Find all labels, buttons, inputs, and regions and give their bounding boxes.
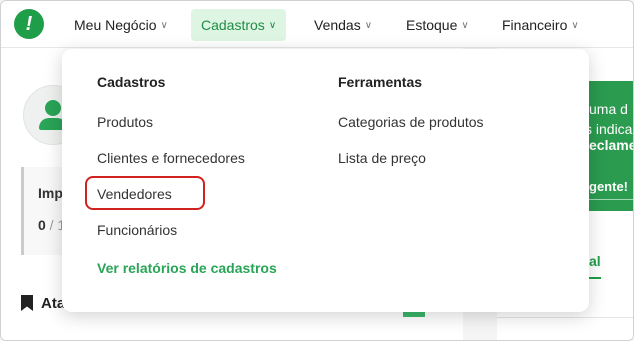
summary-card-title: Imp	[38, 185, 63, 201]
menu-item-vendedores[interactable]: Vendedores	[97, 186, 172, 202]
reports-link[interactable]: Ver relatórios de cadastros	[97, 260, 277, 276]
nav-label: Financeiro	[502, 17, 568, 33]
nav-vendas[interactable]: Vendas ∨	[304, 9, 382, 41]
promo-line-2: s indica	[587, 121, 633, 137]
menu-item-produtos[interactable]: Produtos	[97, 114, 153, 130]
nav-label: Cadastros	[201, 17, 265, 33]
nav-label: Vendas	[314, 17, 361, 33]
menu-item-lista-preco[interactable]: Lista de preço	[338, 150, 426, 166]
promo-banner[interactable]: uma d s indica eclame gente!	[587, 81, 634, 211]
chevron-down-icon: ∨	[364, 19, 373, 31]
nav-estoque[interactable]: Estoque ∨	[396, 9, 479, 41]
tab-partial[interactable]: al	[589, 253, 601, 269]
dropdown-column-title-cadastros: Cadastros	[97, 74, 166, 90]
menu-item-clientes-fornecedores[interactable]: Clientes e fornecedores	[97, 150, 245, 166]
promo-line-3: eclame	[589, 137, 634, 153]
menu-item-categorias-produtos[interactable]: Categorias de produtos	[338, 114, 484, 130]
chevron-down-icon: ∨	[160, 19, 168, 31]
nav-financeiro[interactable]: Financeiro ∨	[492, 9, 589, 41]
nav-meu-negocio[interactable]: Meu Negócio ∨	[64, 9, 178, 41]
right-card	[497, 317, 633, 340]
top-navbar: ! Meu Negócio ∨ Cadastros ∨ Vendas ∨ Est…	[1, 1, 633, 48]
nav-cadastros[interactable]: Cadastros ∨	[191, 9, 287, 41]
logo[interactable]: !	[14, 9, 44, 39]
promo-line-1: uma d	[589, 101, 628, 117]
dropdown-column-title-ferramentas: Ferramentas	[338, 74, 423, 90]
promo-cta[interactable]: gente!	[589, 179, 628, 194]
nav-label: Estoque	[406, 17, 458, 33]
promo-divider	[587, 199, 633, 200]
summary-card-value-number: 0	[38, 217, 46, 233]
app-window: Imp 0 / 1 Ata uma d s indica eclame gent…	[0, 0, 634, 341]
chevron-down-icon: ∨	[268, 19, 277, 31]
nav-label: Meu Negócio	[74, 17, 157, 33]
user-icon-head	[45, 100, 61, 116]
chevron-down-icon: ∨	[461, 19, 469, 31]
menu-item-funcionarios[interactable]: Funcionários	[97, 222, 177, 238]
chevron-down-icon: ∨	[571, 19, 579, 31]
cadastros-dropdown: Cadastros Produtos Clientes e fornecedor…	[62, 49, 589, 312]
